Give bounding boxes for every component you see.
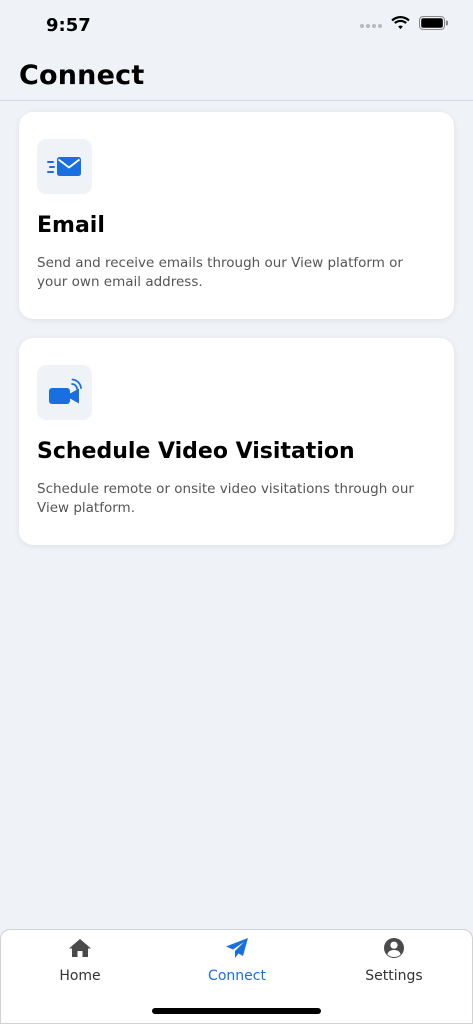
- video-icon-container: [37, 365, 92, 420]
- video-visitation-card[interactable]: Schedule Video Visitation Schedule remot…: [19, 338, 454, 545]
- tab-settings[interactable]: Settings: [315, 930, 473, 992]
- page-header: Connect: [0, 52, 473, 101]
- email-card[interactable]: Email Send and receive emails through ou…: [19, 112, 454, 319]
- tab-home[interactable]: Home: [1, 930, 159, 992]
- video-card-description: Schedule remote or onsite video visitati…: [37, 481, 414, 516]
- page-title: Connect: [19, 60, 145, 91]
- tab-settings-label: Settings: [365, 968, 423, 984]
- tab-home-label: Home: [59, 968, 101, 984]
- video-camera-icon: [48, 378, 82, 404]
- status-bar: 9:57: [0, 0, 473, 52]
- email-icon-container: [37, 139, 92, 194]
- status-icons: [360, 16, 449, 30]
- video-card-title: Schedule Video Visitation: [37, 439, 355, 464]
- email-card-title: Email: [37, 213, 105, 238]
- battery-icon: [419, 16, 448, 30]
- email-icon: [46, 156, 81, 176]
- account-circle-icon: [383, 937, 405, 959]
- cellular-signal-icon: [360, 24, 382, 28]
- status-time: 9:57: [46, 15, 91, 36]
- tab-connect-label: Connect: [208, 968, 266, 984]
- email-card-description: Send and receive emails through our View…: [37, 255, 403, 290]
- tab-connect[interactable]: Connect: [158, 930, 316, 992]
- connect-screen: 9:57 Connect Email Send and receive emai…: [0, 0, 473, 1024]
- home-indicator[interactable]: [152, 1008, 321, 1014]
- home-icon: [68, 937, 92, 959]
- wifi-icon: [391, 16, 410, 30]
- paper-plane-icon: [225, 937, 249, 959]
